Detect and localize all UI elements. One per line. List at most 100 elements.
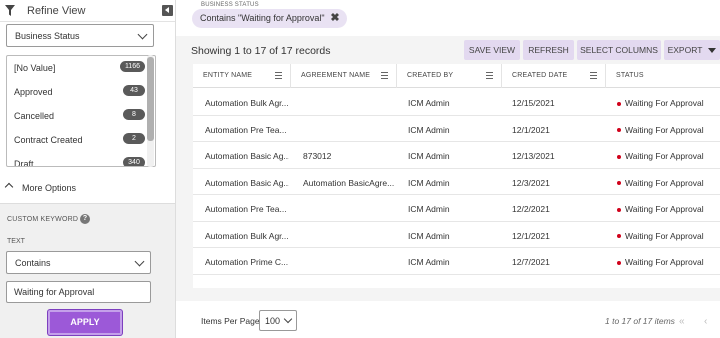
- table-row[interactable]: Automation Pre Tea... ICM Admin 12/1/202…: [193, 116, 720, 142]
- save-view-button[interactable]: SAVE VIEW: [464, 40, 520, 60]
- table-row[interactable]: Automation Bulk Agr... ICM Admin 12/1/20…: [193, 222, 720, 248]
- count-badge: 340: [123, 157, 145, 166]
- created-by-cell: ICM Admin: [408, 151, 450, 161]
- entity-name-cell: Automation Basic Ag...: [205, 151, 289, 161]
- column-header-status[interactable]: STATUS: [606, 64, 720, 88]
- created-by-cell: ICM Admin: [408, 124, 450, 135]
- refresh-button[interactable]: REFRESH: [523, 40, 574, 60]
- status-text: Waiting For Approval: [625, 124, 704, 135]
- status-dot-icon: [617, 101, 621, 106]
- filter-item-label: Approved: [14, 87, 53, 97]
- filter-item-label: Draft: [14, 159, 34, 167]
- main-area: BUSINESS STATUS Contains "Waiting for Ap…: [176, 0, 720, 338]
- filter-chip-label: Contains "Waiting for Approval": [200, 13, 325, 23]
- column-header-label: STATUS: [616, 72, 644, 79]
- status-cell: Waiting For Approval: [617, 204, 704, 214]
- items-per-page-label: Items Per Page: [201, 316, 260, 326]
- active-filter-bar: BUSINESS STATUS Contains "Waiting for Ap…: [176, 0, 720, 36]
- status-dot-icon: [617, 260, 621, 265]
- status-dot-icon: [617, 154, 621, 159]
- filter-list-scrollbar[interactable]: [147, 55, 154, 167]
- status-text: Waiting For Approval: [625, 98, 704, 108]
- column-header-label: AGREEMENT NAME: [301, 72, 371, 79]
- column-menu-icon[interactable]: [590, 72, 597, 79]
- help-icon[interactable]: ?: [80, 214, 90, 224]
- status-text: Waiting For Approval: [625, 230, 704, 241]
- keyword-input[interactable]: [6, 281, 151, 303]
- entity-name-cell: Automation Prime C...: [205, 257, 289, 267]
- created-date-cell: 12/7/2021: [512, 257, 550, 267]
- column-menu-icon[interactable]: [381, 72, 388, 79]
- first-page-icon[interactable]: «: [679, 316, 685, 327]
- operator-select[interactable]: Contains: [6, 251, 151, 274]
- chevron-down-icon: [134, 256, 145, 267]
- filter-item-label: Cancelled: [14, 111, 55, 121]
- text-label: TEXT: [7, 238, 25, 245]
- column-header-entity-name[interactable]: ENTITY NAME: [193, 64, 291, 88]
- filter-item-no-value[interactable]: [No Value] 1166: [7, 56, 147, 80]
- status-cell: Waiting For Approval: [617, 257, 704, 267]
- record-count-text: Showing 1 to 17 of 17 records: [191, 45, 331, 57]
- refine-view-panel: Refine View Business Status [No Value] 1…: [0, 0, 176, 338]
- column-header-label: CREATED BY: [407, 72, 454, 79]
- status-text: Waiting For Approval: [625, 177, 704, 188]
- entity-name-cell: Automation Pre Tea...: [205, 124, 287, 135]
- status-dot-icon: [617, 128, 621, 133]
- table-header: ENTITY NAME AGREEMENT NAME CREATED BY CR…: [193, 64, 720, 88]
- table-row[interactable]: Automation Basic Ag... 873012 ICM Admin …: [193, 142, 720, 169]
- column-header-agreement-name[interactable]: AGREEMENT NAME: [291, 64, 397, 88]
- chevron-up-icon: [4, 182, 14, 192]
- select-columns-button[interactable]: SELECT COLUMNS: [577, 40, 661, 60]
- close-icon[interactable]: ✖: [330, 9, 339, 28]
- caret-down-icon: [708, 48, 717, 54]
- custom-keyword-title: CUSTOM KEYWORD: [7, 216, 79, 223]
- collapse-panel-icon[interactable]: [162, 5, 173, 16]
- field-select[interactable]: Business Status: [6, 24, 154, 47]
- table-row[interactable]: Automation Pre Tea... ICM Admin 12/2/202…: [193, 195, 720, 222]
- status-cell: Waiting For Approval: [617, 178, 704, 188]
- previous-page-icon[interactable]: ‹: [704, 316, 707, 327]
- refine-view-title: Refine View: [27, 5, 86, 17]
- agreement-name-cell: Automation BasicAgre...: [303, 177, 395, 188]
- items-per-page-value: 100: [265, 316, 281, 326]
- table-row[interactable]: Automation Bulk Agr... ICM Admin 12/15/2…: [193, 89, 720, 116]
- table-row[interactable]: Automation Basic Ag... Automation BasicA…: [193, 169, 720, 195]
- created-by-cell: ICM Admin: [408, 98, 450, 108]
- filter-item-contract-created[interactable]: Contract Created 2: [7, 128, 147, 152]
- column-menu-icon[interactable]: [275, 72, 282, 79]
- chevron-down-icon: [137, 29, 148, 40]
- filter-item-approved[interactable]: Approved 43: [7, 80, 147, 104]
- status-dot-icon: [617, 207, 621, 212]
- status-text: Waiting For Approval: [625, 204, 704, 214]
- filter-icon: [5, 5, 15, 16]
- table-row[interactable]: Automation Prime C... ICM Admin 12/7/202…: [193, 248, 720, 275]
- filter-value-list[interactable]: [No Value] 1166 Approved 43 Cancelled 8 …: [6, 55, 156, 167]
- chevron-down-icon: [283, 314, 293, 324]
- created-by-cell: ICM Admin: [408, 204, 450, 214]
- created-date-cell: 12/15/2021: [512, 98, 555, 108]
- status-text: Waiting For Approval: [625, 257, 704, 267]
- items-per-page-select[interactable]: 100: [259, 310, 297, 331]
- filter-item-label: Contract Created: [14, 135, 83, 145]
- count-badge: 1166: [119, 61, 145, 72]
- status-cell: Waiting For Approval: [617, 151, 704, 161]
- filter-chip-caption: BUSINESS STATUS: [201, 2, 259, 8]
- filter-item-label: [No Value]: [14, 63, 56, 73]
- column-header-created-date[interactable]: CREATED DATE: [502, 64, 606, 88]
- export-button[interactable]: EXPORT: [664, 40, 720, 60]
- field-select-value: Business Status: [15, 31, 80, 41]
- scrollbar-thumb[interactable]: [147, 57, 154, 141]
- apply-button[interactable]: APPLY: [48, 310, 122, 335]
- created-by-cell: ICM Admin: [408, 257, 450, 267]
- filter-item-draft[interactable]: Draft 340: [7, 152, 147, 167]
- created-by-cell: ICM Admin: [408, 177, 450, 188]
- entity-name-cell: Automation Basic Ag...: [205, 177, 289, 188]
- active-filter-chip[interactable]: Contains "Waiting for Approval" ✖: [192, 9, 347, 28]
- column-header-label: CREATED DATE: [512, 72, 568, 79]
- entity-name-cell: Automation Pre Tea...: [205, 204, 287, 214]
- filter-item-cancelled[interactable]: Cancelled 8: [7, 104, 147, 128]
- created-by-cell: ICM Admin: [408, 230, 450, 241]
- column-header-created-by[interactable]: CREATED BY: [397, 64, 502, 88]
- column-menu-icon[interactable]: [486, 72, 493, 79]
- column-header-label: ENTITY NAME: [203, 72, 253, 79]
